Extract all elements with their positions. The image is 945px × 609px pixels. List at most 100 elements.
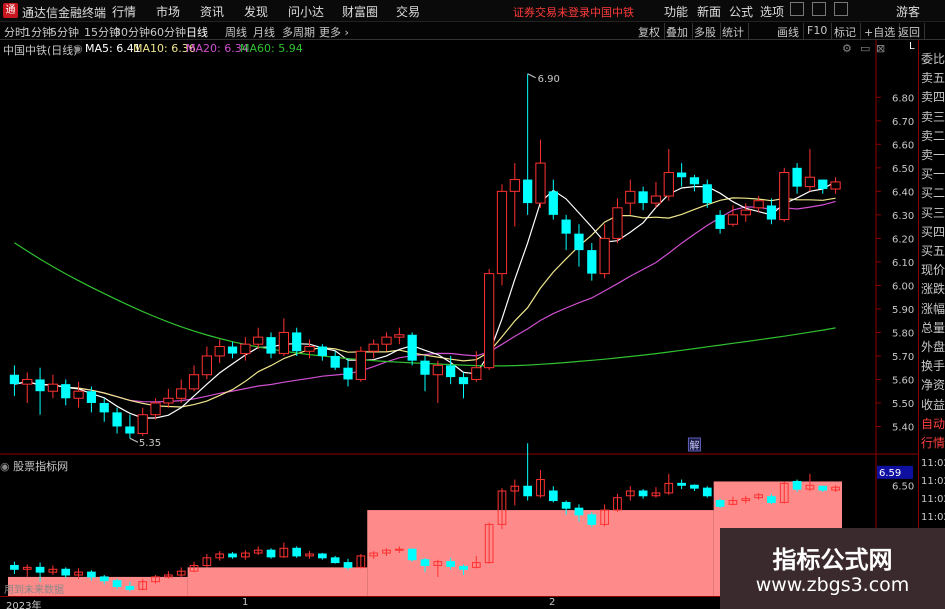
candle-body-46 bbox=[599, 237, 610, 275]
kline-chart[interactable]: 5.40 5.50 5.60 5.70 5.80 5.90 6.00 6.10 6.20 6.30… bbox=[0, 40, 918, 609]
sub-candle-body-59 bbox=[767, 496, 776, 503]
settings-gear-icon[interactable]: ⚙ bbox=[842, 42, 852, 55]
candle-body-32 bbox=[420, 360, 430, 375]
tool-new-page[interactable]: 新面 bbox=[697, 3, 721, 20]
candle-body-21 bbox=[278, 331, 289, 355]
period-0[interactable]: 分时 bbox=[4, 24, 26, 40]
close-icon[interactable] bbox=[834, 2, 848, 16]
pin-icon[interactable]: ▭ bbox=[860, 42, 870, 55]
side-item-1: 卖五 bbox=[921, 71, 945, 86]
candle-body-17 bbox=[227, 346, 238, 354]
menu-news[interactable]: 资讯 bbox=[200, 3, 224, 20]
candle-body-64 bbox=[830, 181, 841, 190]
button-mark[interactable]: 标记 bbox=[830, 23, 861, 39]
side-item-10: 买五 bbox=[921, 244, 945, 258]
sub-candle-body-35 bbox=[459, 565, 468, 570]
future-data-note: 用到未来数据 bbox=[4, 585, 64, 596]
button-overlay[interactable]: 叠加 bbox=[662, 23, 693, 39]
button-multi-stock[interactable]: 多股 bbox=[690, 23, 721, 39]
sub-candle-body-55 bbox=[715, 500, 725, 507]
side-item-19[interactable]: 自动 bbox=[921, 415, 945, 432]
candle-body-34 bbox=[446, 365, 456, 378]
candle-body-57 bbox=[740, 209, 751, 216]
current-stock-name: 中国中铁 bbox=[590, 6, 634, 19]
menu-markets[interactable]: 市场 bbox=[156, 3, 180, 20]
candle-body-19 bbox=[253, 336, 264, 345]
button-f10[interactable]: F10 bbox=[803, 23, 833, 39]
period-10[interactable]: 更多 › bbox=[319, 24, 349, 40]
ma-settings-icon[interactable]: ◉ bbox=[73, 42, 83, 55]
menu-market[interactable]: 行情 bbox=[112, 3, 136, 20]
period-2[interactable]: 5分钟 bbox=[50, 24, 79, 40]
price-tick-label-7: 6.10 bbox=[892, 258, 914, 269]
button-draw[interactable]: 画线 bbox=[773, 23, 804, 39]
price-tick-label-12: 6.60 bbox=[892, 140, 914, 151]
price-tick-label-11: 6.50 bbox=[892, 164, 914, 175]
period-5[interactable]: 60分钟 bbox=[150, 24, 186, 40]
tool-options[interactable]: 选项 bbox=[760, 3, 784, 20]
login-warning[interactable]: 证券交易未登录 bbox=[513, 4, 590, 20]
sub-panel-settings-icon[interactable]: ◉ bbox=[0, 460, 10, 473]
sub-candle-body-24 bbox=[318, 553, 327, 559]
tool-function[interactable]: 功能 bbox=[664, 3, 688, 20]
side-item-20[interactable]: 行情 bbox=[921, 434, 945, 451]
ma60-label: MA60: 5.94 bbox=[240, 42, 303, 55]
sub-candle-body-22 bbox=[292, 547, 302, 557]
candle-body-24 bbox=[317, 346, 327, 356]
price-tick-label-9: 6.30 bbox=[892, 211, 914, 222]
candle-body-33 bbox=[432, 364, 443, 376]
period-7[interactable]: 周线 bbox=[225, 24, 247, 40]
panel-close-icon[interactable]: ⊠ bbox=[876, 42, 885, 55]
candle-body-36 bbox=[471, 367, 482, 380]
candle-body-49 bbox=[638, 191, 648, 204]
menu-trade[interactable]: 交易 bbox=[396, 3, 420, 20]
unlock-marker: 解 bbox=[689, 439, 699, 452]
sub-candle-body-45 bbox=[587, 514, 597, 525]
sub-panel-title: 股票指标网 bbox=[13, 460, 69, 473]
sub-candle-body-54 bbox=[702, 487, 712, 497]
period-9[interactable]: 多周期 bbox=[282, 24, 315, 40]
sub-candle-body-9 bbox=[125, 585, 135, 590]
tool-formula[interactable]: 公式 bbox=[729, 3, 753, 20]
candle-body-40 bbox=[523, 179, 533, 204]
restore-icon[interactable] bbox=[812, 2, 826, 16]
menu-discover[interactable]: 发现 bbox=[244, 3, 268, 20]
side-item-17: 净资 bbox=[921, 378, 945, 393]
candle-body-5 bbox=[73, 390, 84, 399]
candle-body-20 bbox=[266, 337, 276, 354]
button-back[interactable]: 返回 bbox=[894, 23, 925, 39]
candle-body-11 bbox=[150, 402, 161, 416]
period-1[interactable]: 1分钟 bbox=[24, 24, 53, 40]
period-8[interactable]: 月线 bbox=[253, 24, 275, 40]
side-item-14: 总量 bbox=[921, 320, 945, 335]
price-tick-label-8: 6.20 bbox=[892, 234, 914, 245]
price-tick-label-6: 6.00 bbox=[892, 281, 914, 292]
candle-body-12 bbox=[163, 397, 174, 404]
side-item-0: 委比 bbox=[921, 52, 945, 66]
side-item-7: 买二 bbox=[921, 186, 945, 201]
period-4[interactable]: 30分钟 bbox=[114, 24, 150, 40]
sub-candle-body-6 bbox=[87, 571, 96, 578]
menu-wealth[interactable]: 财富圈 bbox=[342, 3, 378, 20]
candle-body-50 bbox=[650, 195, 662, 204]
candle-body-48 bbox=[625, 190, 636, 204]
button-stats[interactable]: 统计 bbox=[718, 23, 749, 39]
button-adjust[interactable]: 复权 bbox=[634, 23, 665, 39]
period-6[interactable]: 日线 bbox=[186, 24, 208, 40]
sub-candle-body-49 bbox=[638, 490, 648, 497]
side-item-9: 买四 bbox=[921, 224, 945, 239]
guest-label[interactable]: 游客 bbox=[896, 3, 920, 20]
sub-block-1 bbox=[187, 567, 368, 596]
price-tick-label-2: 5.60 bbox=[892, 375, 914, 386]
candle-body-26 bbox=[343, 367, 353, 380]
period-toolbar: 分时 1分钟 5分钟 15分钟 30分钟 60分钟 日线 周线 月线 多周期 更多 › 复权 叠加 … bbox=[0, 22, 945, 40]
candle-body-4 bbox=[61, 384, 71, 399]
sub-candle-body-20 bbox=[266, 549, 276, 558]
side-panel-letter[interactable]: L bbox=[909, 41, 919, 53]
candle-body-3 bbox=[47, 383, 59, 392]
candle-body-43 bbox=[561, 219, 571, 234]
minimize-icon[interactable] bbox=[790, 2, 804, 16]
menu-ask[interactable]: 问小达 bbox=[288, 3, 324, 20]
candle-body-53 bbox=[689, 177, 700, 185]
candle-body-15 bbox=[201, 355, 212, 376]
